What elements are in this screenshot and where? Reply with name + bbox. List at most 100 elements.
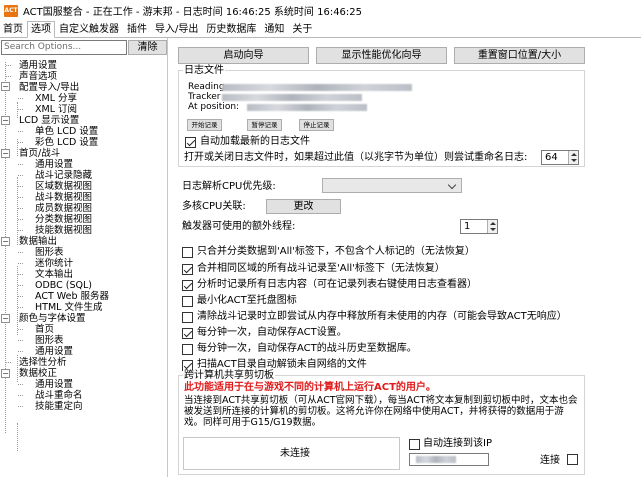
option-label-4: 清除战斗记录时立即尝试从内存中释放所有未使用的内存（可能会导致ACT无响应） — [197, 311, 567, 322]
option-checkbox-5[interactable] — [182, 328, 193, 339]
collapse-icon[interactable]: − — [1, 369, 10, 378]
position-label: At position: — [188, 102, 240, 112]
tab-home[interactable]: 首页 — [0, 21, 27, 37]
tree-graphs[interactable]: 图形表 — [35, 247, 64, 258]
window-title: ACT国服整合 - 正在工作 - 游末邦 - 日志时间 16:46:25 系统时… — [23, 7, 363, 18]
tab-notifications[interactable]: 通知 — [260, 21, 288, 37]
extra-threads-label: 触发器可使用的额外线程: — [182, 221, 296, 232]
tab-import-export[interactable]: 导入/导出 — [151, 21, 202, 37]
clear-search-button[interactable]: 清除 — [128, 40, 167, 55]
chevron-down-icon — [447, 180, 457, 190]
tree-mini-parse[interactable]: 迷你统计 — [35, 258, 73, 269]
rename-size-spinner[interactable]: 64 — [541, 150, 579, 165]
tree-combat-rename[interactable]: 战斗重命名 — [35, 390, 83, 401]
title-bar: ACT ACT国服整合 - 正在工作 - 游末邦 - 日志时间 16:46:25… — [0, 0, 641, 21]
extra-threads-spinner[interactable]: 1 — [460, 219, 498, 234]
tree-selective-parse[interactable]: 选择性分析 — [19, 357, 67, 368]
auto-connect-label: 自动连接到该IP — [423, 438, 492, 449]
tree-home-general[interactable]: 通用设置 — [35, 159, 73, 170]
collapse-icon[interactable]: − — [1, 82, 10, 91]
options-content: 启动向导 显示性能优化向导 重置窗口位置/大小 日志文件 Reading Tra… — [169, 38, 641, 477]
tree-sound-options[interactable]: 声音选项 — [19, 71, 57, 82]
tab-history-database[interactable]: 历史数据库 — [202, 21, 260, 37]
tree-xml-subscribe[interactable]: XML 订阅 — [35, 104, 77, 115]
tree-lcd-display[interactable]: LCD 显示设置 — [19, 115, 79, 126]
ip-address-input[interactable] — [409, 453, 489, 466]
perf-wizard-button[interactable]: 显示性能优化向导 — [316, 47, 447, 64]
stop-log-button[interactable]: 停止记录 — [299, 119, 334, 131]
connection-status-box: 未连接 — [183, 437, 400, 470]
spinner-arrows-icon[interactable] — [487, 220, 497, 233]
tab-plugins[interactable]: 插件 — [123, 21, 151, 37]
options-sidebar: Search Options... 清除 通用设置 声音选项 − 配置导入/导出… — [0, 38, 168, 477]
tree-config-import-export[interactable]: 配置导入/导出 — [19, 82, 79, 93]
option-checkbox-2[interactable] — [182, 280, 193, 291]
clipboard-group-title: 跨计算机共享剪切板 — [183, 370, 275, 381]
auto-connect-checkbox[interactable] — [409, 439, 420, 450]
cpu-priority-select[interactable] — [322, 178, 462, 193]
options-tree[interactable]: 通用设置 声音选项 − 配置导入/导出 XML 分享 XML 订阅 − LCD … — [0, 58, 168, 473]
cpu-affinity-label: 多核CPU关联: — [182, 201, 246, 212]
option-label-3: 最小化ACT至托盘图标 — [197, 295, 297, 306]
tree-encounter-view[interactable]: 战斗数据视图 — [35, 192, 92, 203]
cpu-priority-label: 日志解析CPU优先级: — [182, 181, 276, 192]
option-label-2: 分析时记录所有日志内容（可在记录列表右键使用日志查看器） — [197, 279, 477, 290]
option-label-6: 每分钟一次，自动保存ACT的战斗历史至数据库。 — [197, 343, 417, 354]
collapse-icon[interactable]: − — [1, 116, 10, 125]
tree-colors-general[interactable]: 通用设置 — [35, 346, 73, 357]
clipboard-description: 当连接到ACT共享剪切板（可从ACT官网下载），每当ACT将文本复制到剪切板中时… — [184, 395, 578, 428]
tree-html-gen[interactable]: HTML 文件生成 — [35, 302, 102, 313]
tree-data-correction[interactable]: 数据校正 — [19, 368, 57, 379]
start-log-button[interactable]: 开始记录 — [187, 119, 222, 131]
rename-size-value: 64 — [545, 152, 558, 163]
tab-custom-triggers[interactable]: 自定义触发器 — [55, 21, 123, 37]
startup-wizard-button[interactable]: 启动向导 — [178, 47, 309, 64]
collapse-icon[interactable]: − — [1, 237, 10, 246]
connect-label: 连接 — [540, 455, 560, 466]
connection-status: 未连接 — [280, 448, 310, 459]
collapse-icon[interactable]: − — [1, 149, 10, 158]
tree-skill-view[interactable]: 技能数据视图 — [35, 225, 92, 236]
tree-colors-graphs[interactable]: 图形表 — [35, 335, 64, 346]
spinner-arrows-icon[interactable] — [568, 151, 578, 164]
tree-combatant-view[interactable]: 成员数据视图 — [35, 203, 92, 214]
tree-xml-share[interactable]: XML 分享 — [35, 93, 77, 104]
tree-text-export[interactable]: 文本输出 — [35, 269, 73, 280]
tree-home-combat[interactable]: 首页/战斗 — [19, 148, 60, 159]
main-tab-strip: 首页 选项 自定义触发器 插件 导入/导出 历史数据库 通知 关于 — [0, 21, 641, 38]
connect-checkbox[interactable] — [567, 454, 578, 465]
pause-log-button[interactable]: 暂停记录 — [247, 119, 282, 131]
option-checkbox-6[interactable] — [182, 344, 193, 355]
logfile-group-title: 日志文件 — [183, 65, 225, 76]
act-app-icon: ACT — [4, 4, 18, 17]
rename-threshold-label: 打开或关闭日志文件时，如果超过此值（以兆字节为单位）则尝试重命名日志: — [184, 152, 528, 163]
auto-load-label: 自动加载最新的日志文件 — [200, 136, 310, 147]
option-checkbox-4[interactable] — [182, 312, 193, 323]
tree-skill-redirect[interactable]: 技能重定向 — [35, 401, 83, 412]
tree-combat-hide[interactable]: 战斗记录隐藏 — [35, 170, 92, 181]
search-options-input[interactable]: Search Options... — [1, 40, 127, 55]
tree-mono-lcd[interactable]: 单色 LCD 设置 — [35, 126, 98, 137]
change-affinity-button[interactable]: 更改 — [266, 199, 341, 214]
auto-load-checkbox[interactable] — [185, 137, 196, 148]
tab-options[interactable]: 选项 — [27, 21, 55, 38]
tree-category-view[interactable]: 分类数据视图 — [35, 214, 92, 225]
tree-color-lcd[interactable]: 彩色 LCD 设置 — [35, 137, 98, 148]
reset-window-button[interactable]: 重置窗口位置/大小 — [454, 47, 585, 64]
tree-correction-general[interactable]: 通用设置 — [35, 379, 73, 390]
tab-about[interactable]: 关于 — [288, 21, 316, 37]
option-checkbox-1[interactable] — [182, 264, 193, 275]
option-label-0: 只合并分类数据到'All'标签下，不包含个人标记的（无法恢复） — [197, 246, 475, 257]
tree-general-settings[interactable]: 通用设置 — [19, 60, 57, 71]
tree-zone-view[interactable]: 区域数据视图 — [35, 181, 92, 192]
tree-web-server[interactable]: ACT Web 服务器 — [35, 291, 109, 302]
tree-data-output[interactable]: 数据输出 — [19, 236, 57, 247]
extra-threads-value: 1 — [464, 221, 471, 232]
option-checkbox-3[interactable] — [182, 296, 193, 307]
tree-colors-home[interactable]: 首页 — [35, 324, 54, 335]
option-label-1: 合并相同区域的所有战斗记录至'All'标签下（无法恢复） — [197, 263, 445, 274]
tree-colors-fonts[interactable]: 颜色与字体设置 — [19, 313, 86, 324]
tree-odbc-sql[interactable]: ODBC (SQL) — [35, 280, 92, 291]
option-checkbox-0[interactable] — [182, 247, 193, 258]
collapse-icon[interactable]: − — [1, 314, 10, 323]
